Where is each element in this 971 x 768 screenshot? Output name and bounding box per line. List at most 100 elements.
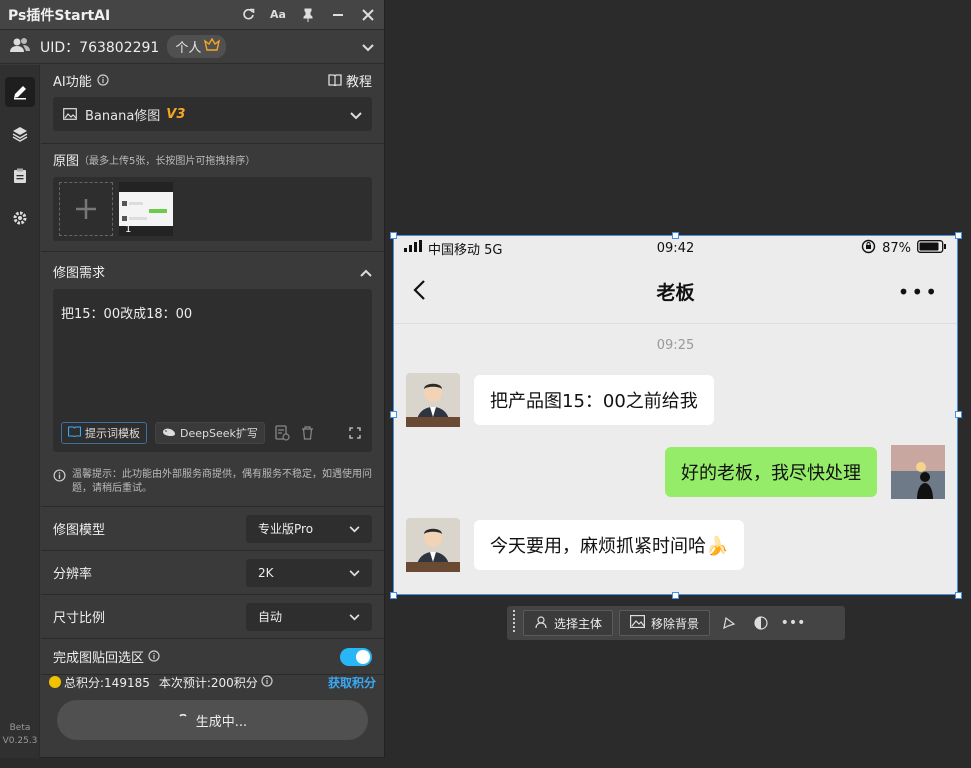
clipboard-icon[interactable]: [5, 161, 35, 191]
setting-aspect: 尺寸比例 自动: [41, 594, 384, 638]
message-bubble: 把产品图15：00之前给我: [474, 375, 714, 425]
chat-timestamp: 09:25: [656, 338, 695, 353]
resize-handle[interactable]: [672, 232, 679, 239]
setting-model: 修图模型 专业版Pro: [41, 506, 384, 550]
resize-handle[interactable]: [955, 592, 962, 599]
app-title: Ps插件StartAI: [8, 7, 111, 24]
layers-icon[interactable]: [5, 119, 35, 149]
info-icon: [53, 469, 66, 496]
upload-hint: （最多上传5张，长按图片可拖拽排序）: [79, 156, 256, 167]
deepseek-button[interactable]: DeepSeek扩写: [155, 422, 265, 444]
left-nav: Beta V0.25.3: [0, 65, 40, 758]
minimize-icon[interactable]: [330, 7, 346, 23]
resize-handle[interactable]: [390, 232, 397, 239]
footer: 总积分:149185 本次预计:200积分 获取积分 生成中...: [41, 670, 384, 740]
resize-handle[interactable]: [390, 592, 397, 599]
ai-model-name: Banana修图: [85, 108, 161, 124]
prompt-template-label: 提示词模板: [85, 427, 140, 440]
get-points-link[interactable]: 获取积分: [328, 674, 376, 691]
message-bubble: 今天要用，麻烦抓紧时间哈🍌: [474, 520, 745, 570]
expand-icon[interactable]: [346, 424, 364, 442]
gear-icon[interactable]: [5, 203, 35, 233]
remove-background-button[interactable]: 移除背景: [619, 610, 711, 636]
resolution-select[interactable]: 2K: [246, 558, 372, 587]
ai-model-version: V3: [166, 106, 186, 122]
chevron-up-icon[interactable]: [360, 262, 372, 281]
chevron-down-icon[interactable]: [362, 37, 374, 56]
paste-back-toggle[interactable]: [340, 647, 372, 666]
whale-icon: [162, 427, 176, 440]
close-icon[interactable]: [360, 7, 376, 23]
info-icon[interactable]: [261, 674, 273, 690]
pin-icon[interactable]: [300, 7, 316, 23]
setting-model-label: 修图模型: [53, 523, 106, 538]
panel-content: AI功能 教程 Banana修图 V3 原图 （最多上传5张，长按图片可拖拽排序…: [41, 65, 384, 758]
request-label: 修图需求: [53, 266, 106, 281]
drag-handle-icon[interactable]: [511, 609, 517, 637]
chat-title: 老板: [656, 282, 695, 304]
boss-avatar: [406, 373, 460, 427]
select-subject-button[interactable]: 选择主体: [523, 610, 614, 636]
message-left-2: 今天要用，麻烦抓紧时间哈🍌: [406, 518, 745, 572]
resize-handle[interactable]: [955, 411, 962, 418]
image-icon: [630, 615, 646, 631]
resize-handle[interactable]: [390, 411, 397, 418]
chevron-down-icon: [349, 610, 360, 624]
generate-label: 生成中...: [195, 714, 248, 730]
plugin-panel: Ps插件StartAI Aa UID：763802291 个人 Beta V0.…: [0, 0, 385, 758]
ai-section-label: AI功能: [53, 75, 92, 90]
font-size-icon[interactable]: Aa: [270, 7, 286, 23]
generate-button[interactable]: 生成中...: [57, 700, 368, 740]
setting-paste-back: 完成图贴回选区: [41, 638, 384, 674]
uploaded-thumbnail[interactable]: 1: [119, 182, 173, 236]
upload-label: 原图: [53, 154, 80, 169]
adjustment-icon[interactable]: [748, 610, 774, 636]
plan-badge[interactable]: 个人: [167, 35, 227, 58]
deepseek-label: DeepSeek扩写: [180, 427, 258, 440]
thumbnail-index: 1: [125, 224, 132, 235]
edit-icon[interactable]: [5, 77, 35, 107]
info-icon[interactable]: [148, 647, 160, 666]
book-icon: [328, 71, 342, 90]
prompt-template-button[interactable]: 提示词模板: [61, 422, 147, 444]
transform-icon[interactable]: [716, 610, 742, 636]
canvas-image[interactable]: 中国移动 5G 09:42 87% 老板 ••• 09:25 把产品图15：00…: [393, 235, 958, 595]
thumbnail-image: [119, 192, 173, 226]
uid-label: UID：763802291: [40, 39, 160, 56]
info-icon[interactable]: [97, 71, 109, 90]
spinner-icon: [178, 713, 188, 728]
history-icon[interactable]: [273, 424, 291, 442]
aspect-select[interactable]: 自动: [246, 602, 372, 631]
plan-label: 个人: [175, 41, 202, 56]
message-left-1: 把产品图15：00之前给我: [406, 373, 714, 427]
signal-icon: [404, 240, 424, 256]
crown-icon: [204, 37, 221, 55]
resolution-select-value: 2K: [258, 565, 274, 580]
refresh-icon[interactable]: [240, 7, 256, 23]
ai-model-select[interactable]: Banana修图 V3: [53, 97, 372, 131]
more-options-icon[interactable]: •••: [780, 610, 806, 636]
resize-handle[interactable]: [955, 232, 962, 239]
estimated-points: 本次预计:200积分: [158, 675, 258, 690]
trash-icon[interactable]: [299, 424, 317, 442]
contextual-task-bar: 选择主体 移除背景 •••: [507, 606, 845, 640]
chevron-down-icon: [349, 522, 360, 536]
carrier: 中国移动 5G: [428, 242, 503, 258]
model-select-value: 专业版Pro: [258, 522, 314, 536]
phone-status-bar: 中国移动 5G 09:42 87%: [394, 236, 957, 260]
select-subject-label: 选择主体: [554, 616, 603, 631]
person-icon: [534, 615, 548, 632]
add-image-button[interactable]: [59, 182, 113, 236]
version-number: V0.25.3: [2, 736, 38, 746]
notice: 温馨提示：此功能由外部服务商提供，偶有服务不稳定，如遇使用问题，请稍后重试。: [41, 458, 384, 506]
request-textarea[interactable]: 把15：00改成18：00 提示词模板 DeepSeek扩写: [53, 289, 372, 452]
message-right-1: 好的老板，我尽快处理: [665, 445, 945, 499]
users-icon: [10, 37, 30, 57]
version-tag: Beta V0.25.3: [0, 722, 40, 748]
resize-handle[interactable]: [672, 592, 679, 599]
tutorial-link[interactable]: 教程: [328, 71, 372, 90]
image-icon: [63, 105, 77, 124]
setting-aspect-label: 尺寸比例: [53, 611, 106, 626]
model-select[interactable]: 专业版Pro: [246, 514, 372, 543]
book-open-icon: [67, 426, 82, 440]
